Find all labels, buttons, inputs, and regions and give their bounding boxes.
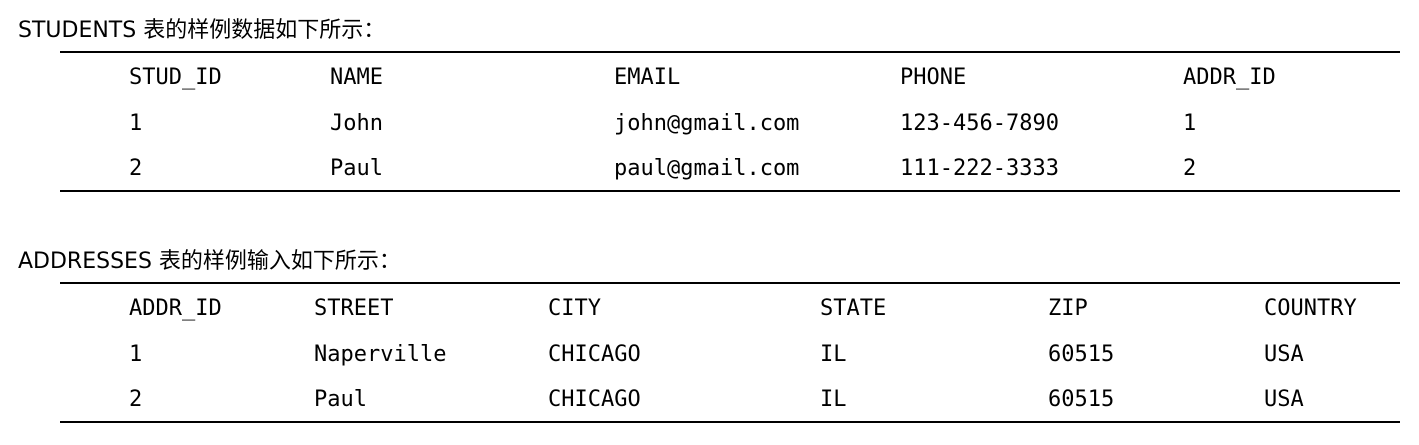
header-zip: ZIP <box>1048 296 1088 321</box>
header-addr-id: ADDR_ID <box>129 296 222 321</box>
cell-addr-id: 2 <box>1183 156 1197 181</box>
header-country: COUNTRY <box>1264 296 1357 321</box>
cell-stud-id: 1 <box>129 111 143 136</box>
header-email: EMAIL <box>614 65 681 90</box>
header-street: STREET <box>314 296 394 321</box>
cell-phone: 123-456-7890 <box>900 111 1059 136</box>
cell-state: IL <box>820 342 847 367</box>
addresses-table: ADDR_ID STREET CITY STATE ZIP COUNTRY 1 … <box>60 282 1400 423</box>
header-city: CITY <box>548 296 601 321</box>
cell-phone: 111-222-3333 <box>900 156 1059 181</box>
cell-city: CHICAGO <box>548 342 641 367</box>
header-stud-id: STUD_ID <box>129 65 222 90</box>
students-table: STUD_ID NAME EMAIL PHONE ADDR_ID 1 John … <box>60 51 1400 192</box>
cell-state: IL <box>820 387 847 412</box>
table-header-row: ADDR_ID STREET CITY STATE ZIP COUNTRY <box>60 294 1400 324</box>
cell-stud-id: 2 <box>129 156 143 181</box>
cell-country: USA <box>1264 342 1304 367</box>
addresses-caption: ADDRESSES 表的样例输入如下所示： <box>18 249 401 274</box>
cell-zip: 60515 <box>1048 387 1115 412</box>
header-phone: PHONE <box>900 65 967 90</box>
cell-name: John <box>330 111 383 136</box>
cell-email: john@gmail.com <box>614 111 800 136</box>
cell-street: Naperville <box>314 342 447 367</box>
cell-country: USA <box>1264 387 1304 412</box>
cell-addr-id: 1 <box>129 342 143 367</box>
table-row: 2 Paul paul@gmail.com 111-222-3333 2 <box>60 154 1400 184</box>
cell-zip: 60515 <box>1048 342 1115 367</box>
cell-addr-id: 2 <box>129 387 143 412</box>
students-caption: STUDENTS 表的样例数据如下所示： <box>18 18 386 43</box>
header-state: STATE <box>820 296 887 321</box>
header-name: NAME <box>330 65 383 90</box>
cell-city: CHICAGO <box>548 387 641 412</box>
cell-email: paul@gmail.com <box>614 156 800 181</box>
cell-street: Paul <box>314 387 367 412</box>
table-row: 2 Paul CHICAGO IL 60515 USA <box>60 385 1400 415</box>
table-header-row: STUD_ID NAME EMAIL PHONE ADDR_ID <box>60 63 1400 93</box>
header-addr-id: ADDR_ID <box>1183 65 1276 90</box>
table-row: 1 Naperville CHICAGO IL 60515 USA <box>60 340 1400 370</box>
cell-addr-id: 1 <box>1183 111 1197 136</box>
table-row: 1 John john@gmail.com 123-456-7890 1 <box>60 109 1400 139</box>
cell-name: Paul <box>330 156 383 181</box>
